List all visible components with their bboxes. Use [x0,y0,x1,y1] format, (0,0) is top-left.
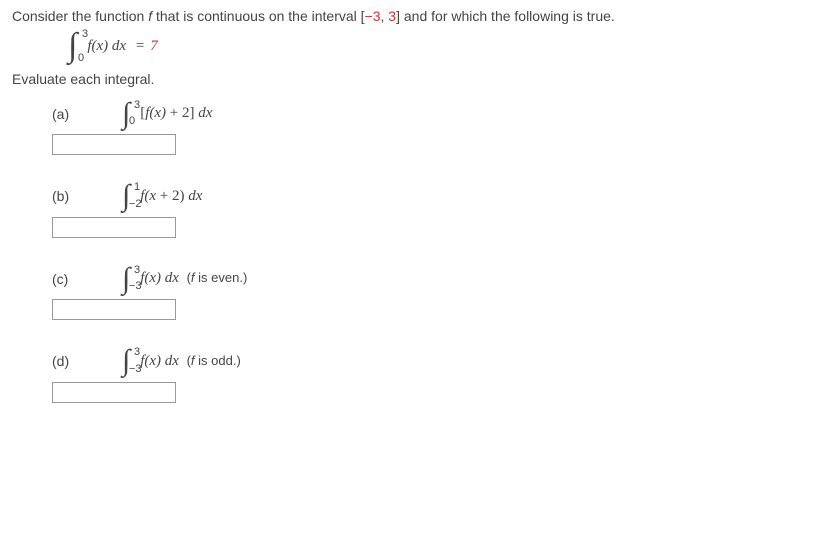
part-d-fx: f(x) [140,353,165,369]
interval-lower: −3 [365,8,381,24]
answer-input-b[interactable] [52,217,176,238]
given-eq: = [136,38,144,54]
integral-symbol-b: ∫ 1 −2 [122,183,130,209]
part-b-lower: −2 [129,199,142,210]
part-d-dx: dx [165,353,179,369]
integral-symbol-d: ∫ 3 −3 [122,348,130,374]
part-b-fx: f(x [140,188,156,204]
part-a-label: (a) [52,106,122,122]
interval-upper: 3 [384,8,396,24]
part-b-upper: 1 [134,182,140,193]
integral-symbol-c: ∫ 3 −3 [122,266,130,292]
part-c-lower: −3 [129,281,142,292]
answer-input-c[interactable] [52,299,176,320]
part-b-plus: + 2) [156,188,188,204]
integral-symbol: ∫ 3 0 [68,32,77,61]
answer-input-d[interactable] [52,382,176,403]
part-b: (b) ∫ 1 −2 f(x + 2) dx [52,183,823,209]
part-b-dx: dx [188,188,202,204]
part-c-upper: 3 [134,265,140,276]
answer-box-a [52,134,823,155]
intro-text: Consider the function f that is continuo… [12,8,823,24]
given-value: 7 [150,38,158,54]
part-a-fx: f(x) [145,105,166,121]
part-c-note: (f is even.) [183,270,247,285]
part-a-upper: 3 [134,100,140,111]
part-a: (a) ∫ 3 0 [f(x) + 2] dx [52,101,823,127]
intro-suffix: and for which the following is true. [400,8,615,24]
part-d-note: (f is odd.) [183,353,241,368]
part-c-dx: dx [165,270,179,286]
part-d-label: (d) [52,353,122,369]
given-lower: 0 [78,53,84,64]
part-a-plus: + 2] [166,105,198,121]
intro-middle: that is continuous on the interval [152,8,361,24]
answer-box-c [52,299,823,320]
part-a-lower: 0 [129,116,135,127]
given-upper: 3 [82,29,88,40]
part-d-lower: −3 [129,364,142,375]
answer-input-a[interactable] [52,134,176,155]
intro-prefix: Consider the function [12,8,148,24]
answer-box-d [52,382,823,403]
part-a-dx: dx [198,105,212,121]
given-integral: ∫ 3 0 f(x) dx = 7 [68,32,823,61]
part-d-upper: 3 [134,347,140,358]
instruction-text: Evaluate each integral. [12,71,823,87]
part-d: (d) ∫ 3 −3 f(x) dx (f is odd.) [52,348,823,374]
integral-symbol-a: ∫ 3 0 [122,101,130,127]
part-c: (c) ∫ 3 −3 f(x) dx (f is even.) [52,266,823,292]
given-integrand: f(x) dx [87,38,126,54]
answer-box-b [52,217,823,238]
part-b-label: (b) [52,188,122,204]
part-c-label: (c) [52,271,122,287]
part-c-fx: f(x) [140,270,165,286]
